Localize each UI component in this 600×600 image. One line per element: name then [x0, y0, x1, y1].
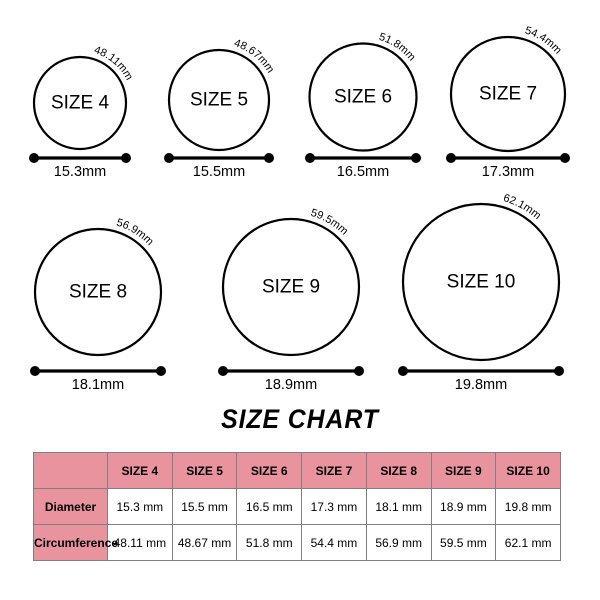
- measure-endpoint-dot-left: [305, 153, 315, 163]
- table-cell: 15.3 mm: [107, 488, 173, 525]
- table-header-row: SIZE 4 SIZE 5 SIZE 6 SIZE 7 SIZE 8 SIZE 9 SIZE…: [33, 452, 561, 489]
- measure-endpoint-dot-left: [164, 153, 174, 163]
- table-cell: 17.3 mm: [301, 488, 367, 525]
- ring-circumference-label: 59.5mm: [309, 207, 350, 238]
- table-column-header: SIZE 7: [301, 452, 367, 489]
- measure-endpoint-dot-right: [411, 153, 421, 163]
- table-column-header: SIZE 10: [495, 452, 561, 489]
- ring-circumference-label: 62.1mm: [502, 192, 543, 222]
- table-cell: 16.5 mm: [236, 488, 303, 525]
- measure-endpoint-dot-right: [264, 153, 274, 163]
- ring-circumference-label: 48.67mm: [233, 37, 277, 75]
- table-cell: 62.1 mm: [495, 524, 561, 561]
- measure-endpoint-dot-right: [554, 366, 564, 376]
- table-body: Diameter 15.3 mm 15.5 mm 16.5 mm 17.3 mm 18.1…: [33, 488, 561, 561]
- table-column-header: SIZE 5: [171, 452, 238, 489]
- table-row: Diameter 15.3 mm 15.5 mm 16.5 mm 17.3 mm 18.1…: [33, 488, 561, 525]
- table-corner-cell: [33, 452, 108, 489]
- table-cell: 59.5 mm: [430, 524, 497, 561]
- measure-endpoint-dot-right: [560, 153, 570, 163]
- ring-circumference-label: 48.11mm: [93, 44, 135, 82]
- ring-diagram: SIZE 651.8mm16.5mm: [305, 31, 421, 180]
- ring-diameter-label: 19.8mm: [455, 377, 507, 393]
- ring-size-label: SIZE 6: [334, 87, 392, 108]
- ring-size-label: SIZE 8: [69, 282, 127, 303]
- ring-diagram: SIZE 754.4mm17.3mm: [446, 25, 570, 180]
- ring-diagram: SIZE 4 48.11mm 15.3mm: [29, 44, 135, 180]
- measure-endpoint-dot-left: [398, 366, 408, 376]
- measure-endpoint-dot-left: [29, 153, 39, 163]
- ring-size-label: SIZE 7: [479, 84, 537, 105]
- table-cell: 18.9 mm: [430, 488, 497, 525]
- ring-diameter-label: 18.9mm: [265, 377, 317, 393]
- table-cell: 51.8 mm: [236, 524, 303, 561]
- table-cell: 15.5 mm: [171, 488, 238, 525]
- measure-endpoint-dot-left: [30, 366, 40, 376]
- table-row: Circumference 48.11 mm 48.67 mm 51.8 mm 54.4…: [33, 524, 561, 561]
- ring-diameter-label: 17.3mm: [482, 164, 534, 180]
- ring-size-label: SIZE 5: [190, 90, 248, 111]
- ring-diagram: SIZE 5 48.67mm 15.5mm: [164, 37, 276, 180]
- table-head: SIZE 4 SIZE 5 SIZE 6 SIZE 7 SIZE 8 SIZE 9 SIZE…: [33, 452, 561, 489]
- ring-diameter-label: 16.5mm: [337, 164, 389, 180]
- table-cell: 19.8 mm: [495, 488, 561, 525]
- page-title: SIZE CHART: [221, 404, 379, 434]
- table-cell: 48.67 mm: [171, 524, 238, 561]
- table-column-header: SIZE 4: [107, 452, 173, 489]
- ring-diameter-label: 15.3mm: [54, 164, 106, 180]
- table-cell: 48.11 mm: [107, 524, 173, 561]
- ring-diagram: SIZE 10 62.1mm 19.8mm: [398, 192, 564, 393]
- size-chart-table: SIZE 4 SIZE 5 SIZE 6 SIZE 7 SIZE 8 SIZE 9 SIZE…: [33, 452, 561, 561]
- table-cell: 56.9 mm: [365, 524, 432, 561]
- table-column-header: SIZE 6: [236, 452, 303, 489]
- table-column-header: SIZE 9: [430, 452, 497, 489]
- ring-diagram: SIZE 856.9mm18.1mm: [30, 217, 166, 393]
- ring-size-label: SIZE 9: [262, 277, 320, 298]
- ring-diameter-label: 18.1mm: [72, 377, 124, 393]
- measure-endpoint-dot-right: [121, 153, 131, 163]
- size-chart-table-wrapper: SIZE 4 SIZE 5 SIZE 6 SIZE 7 SIZE 8 SIZE 9 SIZE…: [33, 452, 561, 561]
- table-cell: 18.1 mm: [365, 488, 432, 525]
- table-cell: 54.4 mm: [301, 524, 367, 561]
- measure-endpoint-dot-left: [218, 366, 228, 376]
- table-row-label: Circumference: [33, 524, 118, 561]
- ring-size-label: SIZE 4: [51, 93, 110, 114]
- measure-endpoint-dot-left: [446, 153, 456, 163]
- ring-diagram: SIZE 9 59.5mm 18.9mm: [218, 207, 364, 393]
- ring-diameter-label: 15.5mm: [193, 164, 245, 180]
- table-row-label: Diameter: [33, 488, 108, 525]
- ring-diagrams: SIZE 448.11mm15.3mmSIZE 548.67mm15.5mmSI…: [29, 25, 570, 393]
- measure-endpoint-dot-right: [156, 366, 166, 376]
- ring-size-label: SIZE 10: [447, 272, 516, 293]
- table-column-header: SIZE 8: [365, 452, 432, 489]
- measure-endpoint-dot-right: [354, 366, 364, 376]
